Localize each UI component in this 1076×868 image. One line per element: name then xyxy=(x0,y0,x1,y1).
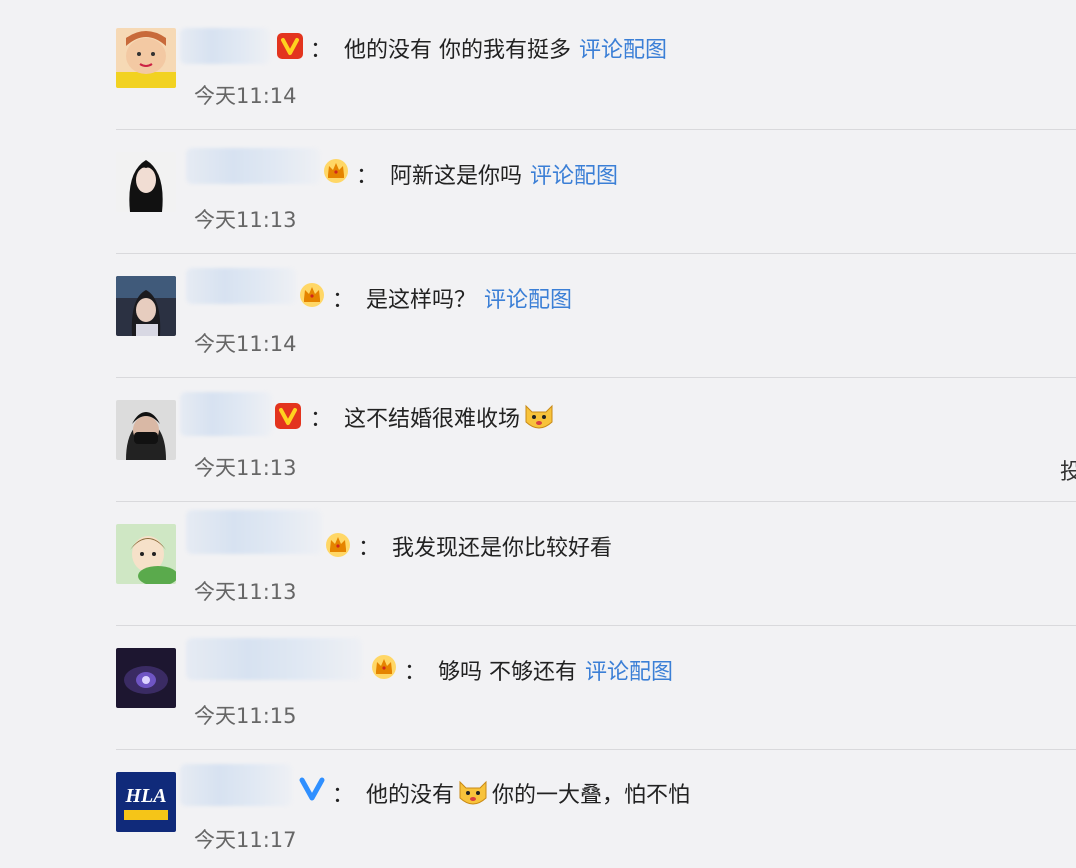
dog-face-emoji xyxy=(525,404,553,429)
comment-item: HLA ： 他的没有 你的一大叠，怕不怕 今天11:17 xyxy=(0,744,1076,868)
avatar[interactable] xyxy=(116,524,176,584)
comment-timestamp: 今天11:13 xyxy=(194,208,297,232)
comment-text-row: ： 这不结婚很难收场 xyxy=(310,400,558,434)
username-blurred[interactable] xyxy=(186,268,296,304)
avatar[interactable] xyxy=(116,400,176,460)
comment-text-row: ： 是这样吗？ 评论配图 xyxy=(332,282,572,314)
comment-colon: ： xyxy=(310,38,333,63)
comment-image-link[interactable]: 评论配图 xyxy=(530,158,618,190)
crown-icon xyxy=(324,159,348,183)
crown-icon xyxy=(300,283,324,307)
username-blurred[interactable] xyxy=(186,510,322,554)
comment-text: 他的没有 xyxy=(366,783,455,808)
comment-colon: ： xyxy=(358,536,381,561)
comment-image-link[interactable]: 评论配图 xyxy=(579,32,667,64)
comment-item: ： 我发现还是你比较好看 今天11:13 xyxy=(0,496,1076,626)
comment-text: 阿新这是你吗 xyxy=(390,164,523,189)
comment-colon: ： xyxy=(332,783,355,808)
comment-text: 我发现还是你比较好看 xyxy=(392,536,613,561)
comment-image-link[interactable]: 评论配图 xyxy=(585,654,673,686)
comment-timestamp: 今天11:13 xyxy=(194,580,297,604)
comment-text: 是这样吗？ xyxy=(366,288,477,313)
vip-red-v-icon xyxy=(275,403,301,429)
comment-colon: ： xyxy=(404,660,427,685)
username-blurred[interactable] xyxy=(180,28,270,64)
avatar[interactable] xyxy=(116,28,176,88)
username-blurred[interactable] xyxy=(180,764,292,806)
username-blurred[interactable] xyxy=(180,392,272,436)
comment-colon: ： xyxy=(310,407,333,432)
edge-cut-text: 投 xyxy=(1059,460,1076,485)
avatar[interactable] xyxy=(116,276,176,336)
blue-v-icon xyxy=(299,777,325,801)
comment-text: 够吗 不够还有 xyxy=(438,660,578,685)
comment-item: ： 阿新这是你吗 评论配图 今天11:13 xyxy=(0,124,1076,254)
comment-timestamp: 今天11:17 xyxy=(194,828,297,852)
comment-text-continued: 你的一大叠，怕不怕 xyxy=(492,783,691,808)
comment-colon: ： xyxy=(332,288,355,313)
comment-text-row: ： 他的没有 你的我有挺多 评论配图 xyxy=(310,32,667,64)
avatar[interactable] xyxy=(116,648,176,708)
comment-image-link[interactable]: 评论配图 xyxy=(484,282,572,314)
crown-icon xyxy=(372,655,396,679)
comment-colon: ： xyxy=(356,164,379,189)
dog-face-emoji xyxy=(459,780,487,805)
comment-text-row: ： 我发现还是你比较好看 xyxy=(358,530,612,562)
comment-text: 这不结婚很难收场 xyxy=(344,407,521,432)
comment-text-row: ： 阿新这是你吗 评论配图 xyxy=(356,158,618,190)
comment-item: ： 他的没有 你的我有挺多 评论配图 今天11:14 xyxy=(0,0,1076,130)
crown-icon xyxy=(326,533,350,557)
comment-timestamp: 今天11:13 xyxy=(194,456,297,480)
comment-text-row: ： 他的没有 你的一大叠，怕不怕 xyxy=(332,776,690,810)
comment-text-row: ： 够吗 不够还有 评论配图 xyxy=(404,654,673,686)
comment-timestamp: 今天11:15 xyxy=(194,704,297,728)
avatar[interactable]: HLA xyxy=(116,772,176,832)
avatar[interactable] xyxy=(116,152,176,212)
avatar-logo-text: HLA xyxy=(124,785,166,807)
comment-item: ： 是这样吗？ 评论配图 今天11:14 xyxy=(0,248,1076,378)
username-blurred[interactable] xyxy=(186,148,320,184)
comment-text: 他的没有 你的我有挺多 xyxy=(344,38,572,63)
comment-timestamp: 今天11:14 xyxy=(194,332,297,356)
vip-red-v-icon xyxy=(277,33,303,59)
comment-timestamp: 今天11:14 xyxy=(194,84,297,108)
comment-item: ： 这不结婚很难收场 今天11:13 xyxy=(0,372,1076,502)
comment-item: ： 够吗 不够还有 评论配图 今天11:15 xyxy=(0,620,1076,750)
username-blurred[interactable] xyxy=(186,638,362,680)
